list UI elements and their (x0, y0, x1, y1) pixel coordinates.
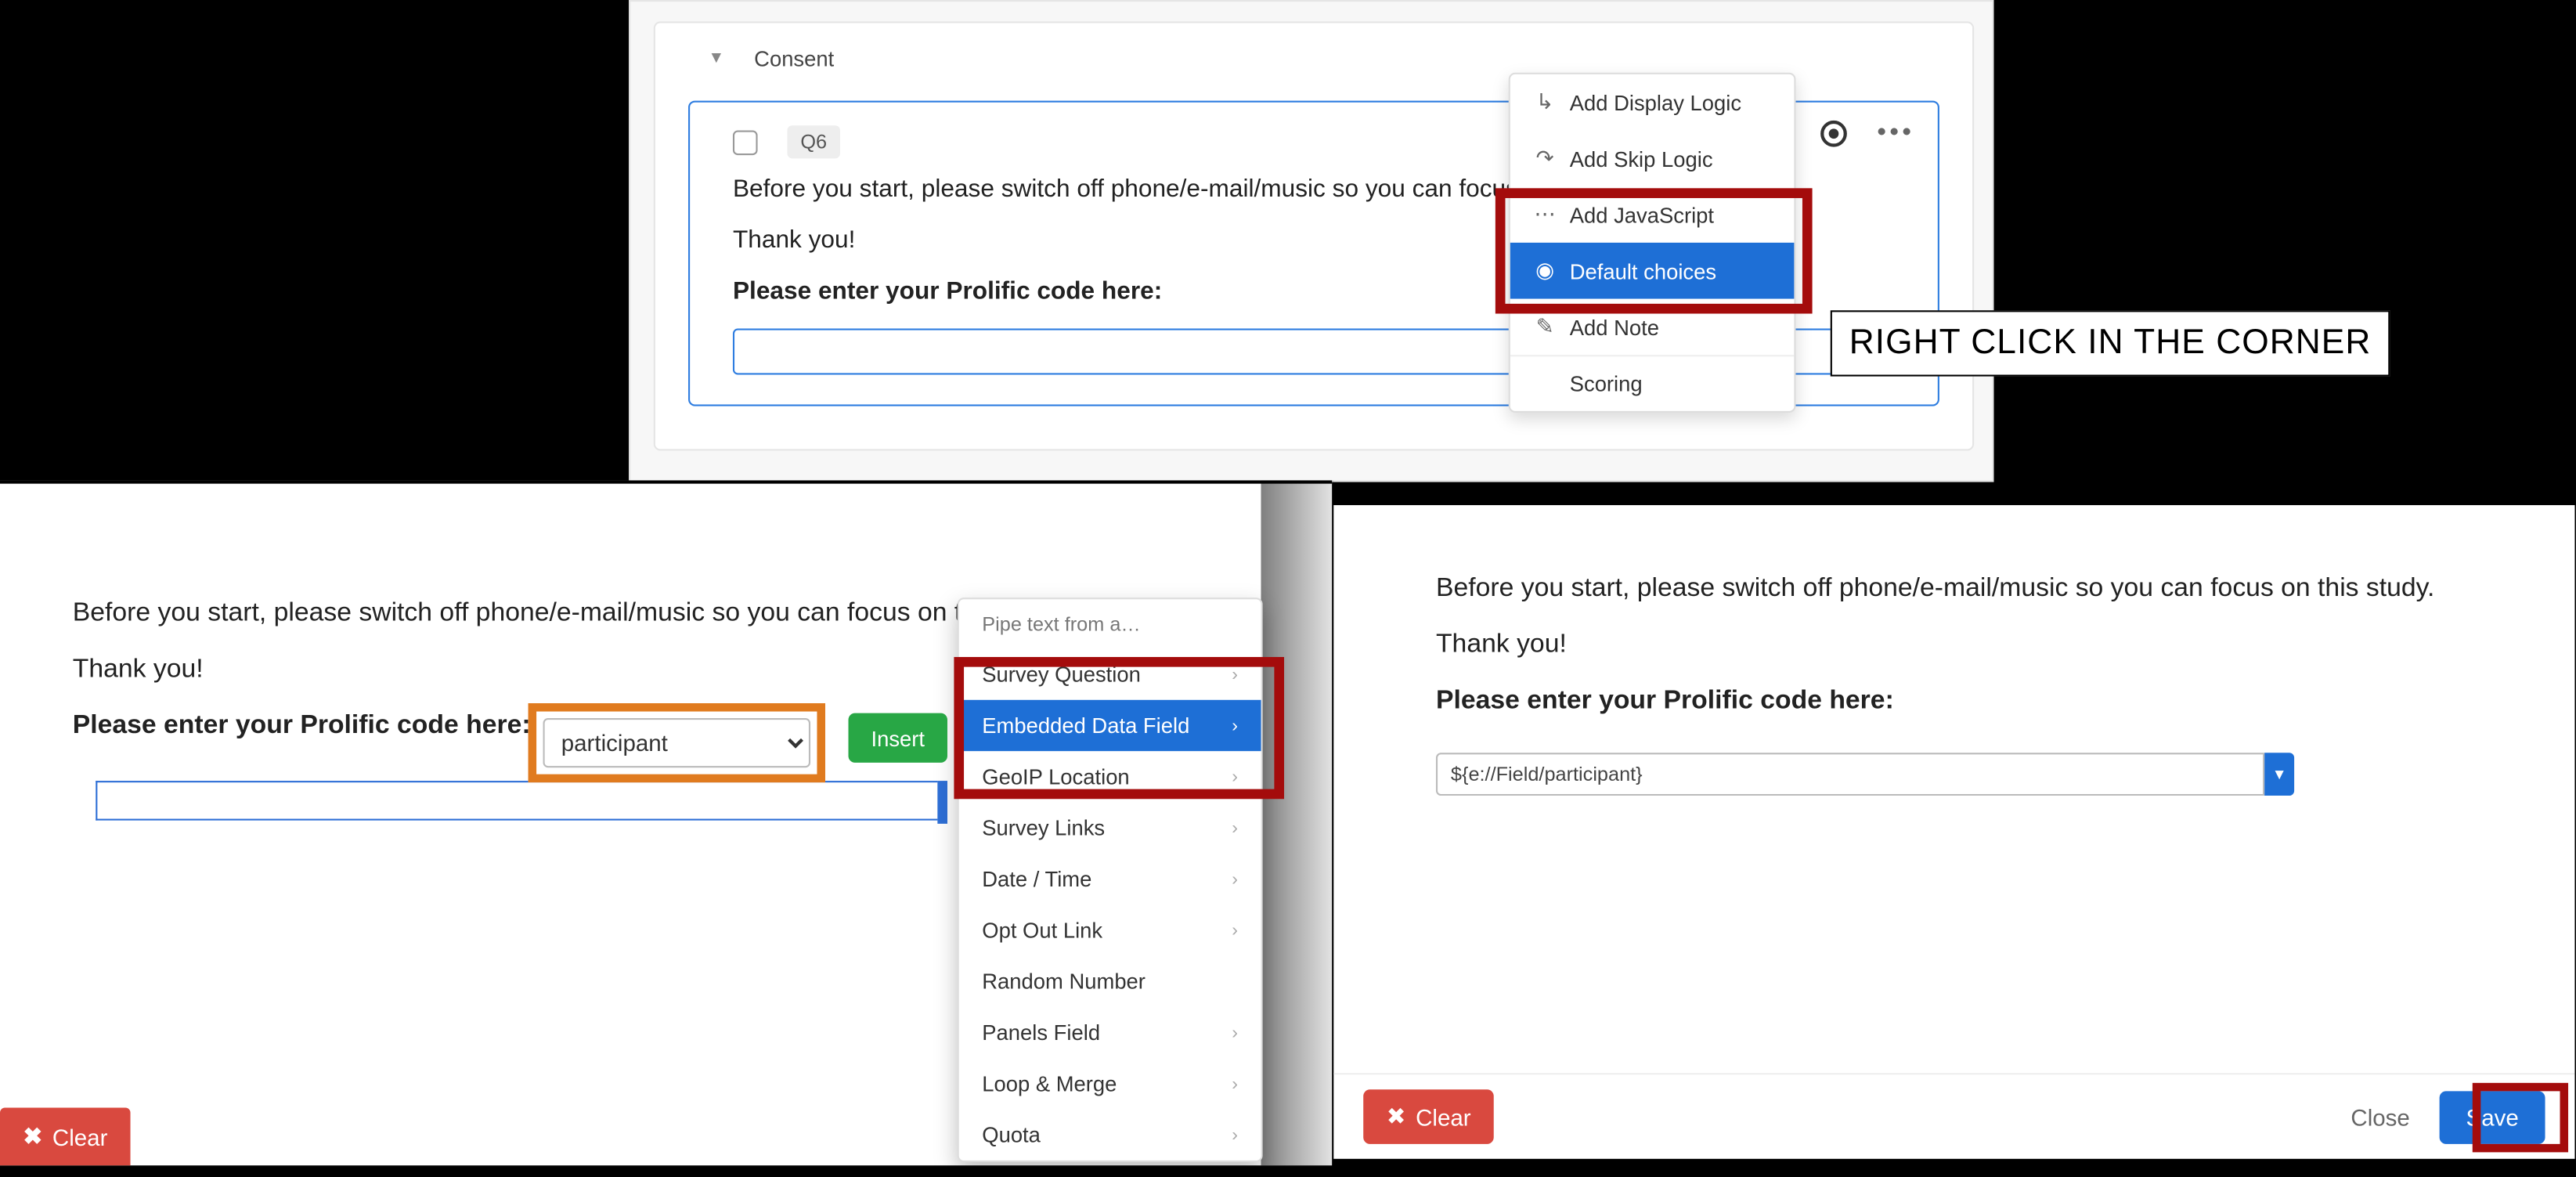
p3-clear-button[interactable]: ✖ Clear (1363, 1089, 1494, 1144)
question-select-checkbox[interactable] (733, 129, 758, 154)
chevron-down-icon: ▼ (2272, 766, 2287, 782)
default-choices-result-panel: Before you start, please switch off phon… (1333, 505, 2574, 1159)
question-more-icon[interactable]: ••• (1877, 119, 1914, 149)
ctx-scoring[interactable]: Scoring (1510, 355, 1795, 411)
p2-text-input[interactable] (96, 781, 937, 821)
annotation-label: RIGHT CLICK IN THE CORNER (1831, 310, 2390, 376)
note-icon: ✎ (1533, 314, 1557, 341)
p3-piped-value-input[interactable] (1436, 753, 2264, 796)
p3-pipe-dropdown-toggle[interactable]: ▼ (2264, 753, 2294, 796)
pipe-menu-header: Pipe text from a… (959, 599, 1261, 648)
pipe-date-time[interactable]: Date / Time› (959, 854, 1261, 904)
chevron-right-icon: › (1232, 1125, 1238, 1145)
embedded-field-select[interactable]: participant (543, 718, 810, 767)
p3-close-link[interactable]: Close (2351, 1103, 2409, 1130)
chevron-right-icon: › (1232, 920, 1238, 940)
p3-line2: Thank you! (1436, 630, 2482, 660)
embedded-field-select-wrap: participant (529, 703, 825, 782)
p2-pipe-dropdown-toggle[interactable] (937, 781, 947, 824)
chevron-right-icon: › (1232, 1074, 1238, 1093)
insert-button[interactable]: Insert (849, 713, 947, 763)
p3-line1: Before you start, please switch off phon… (1436, 575, 2482, 605)
p3-field-row: ▼ (1436, 753, 2294, 796)
pipe-survey-links[interactable]: Survey Links› (959, 802, 1261, 853)
question-type-radio-icon[interactable] (1821, 121, 1848, 147)
chevron-right-icon: › (1232, 869, 1238, 889)
highlight-box-default-choices (1495, 188, 1813, 313)
ctx-add-skip-logic[interactable]: ↷ Add Skip Logic (1510, 131, 1795, 187)
pipe-quota[interactable]: Quota› (959, 1110, 1261, 1161)
chevron-right-icon: › (1232, 818, 1238, 838)
p3-prompt: Please enter your Prolific code here: (1436, 687, 2482, 717)
p3-footer: ✖ Clear Close Save (1333, 1073, 2574, 1159)
close-icon: ✖ (23, 1122, 43, 1150)
panel-shadow (1261, 480, 1334, 1165)
highlight-box-embedded-data (954, 657, 1284, 799)
highlight-box-save (2473, 1083, 2568, 1153)
block-title: Consent (754, 46, 834, 71)
pipe-random-number[interactable]: Random Number (959, 956, 1261, 1007)
pipe-loop-merge[interactable]: Loop & Merge› (959, 1058, 1261, 1109)
question-id-badge: Q6 (788, 125, 840, 158)
chevron-right-icon: › (1232, 1023, 1238, 1042)
ctx-add-display-logic[interactable]: ↳ Add Display Logic (1510, 74, 1795, 131)
pipe-panels-field[interactable]: Panels Field› (959, 1007, 1261, 1058)
collapse-caret-icon[interactable]: ▼ (708, 49, 724, 67)
pipe-opt-out[interactable]: Opt Out Link› (959, 904, 1261, 955)
p2-clear-button[interactable]: ✖ Clear (0, 1107, 131, 1165)
branch-icon: ↳ (1533, 89, 1557, 116)
skip-icon: ↷ (1533, 146, 1557, 172)
close-icon: ✖ (1387, 1103, 1406, 1131)
